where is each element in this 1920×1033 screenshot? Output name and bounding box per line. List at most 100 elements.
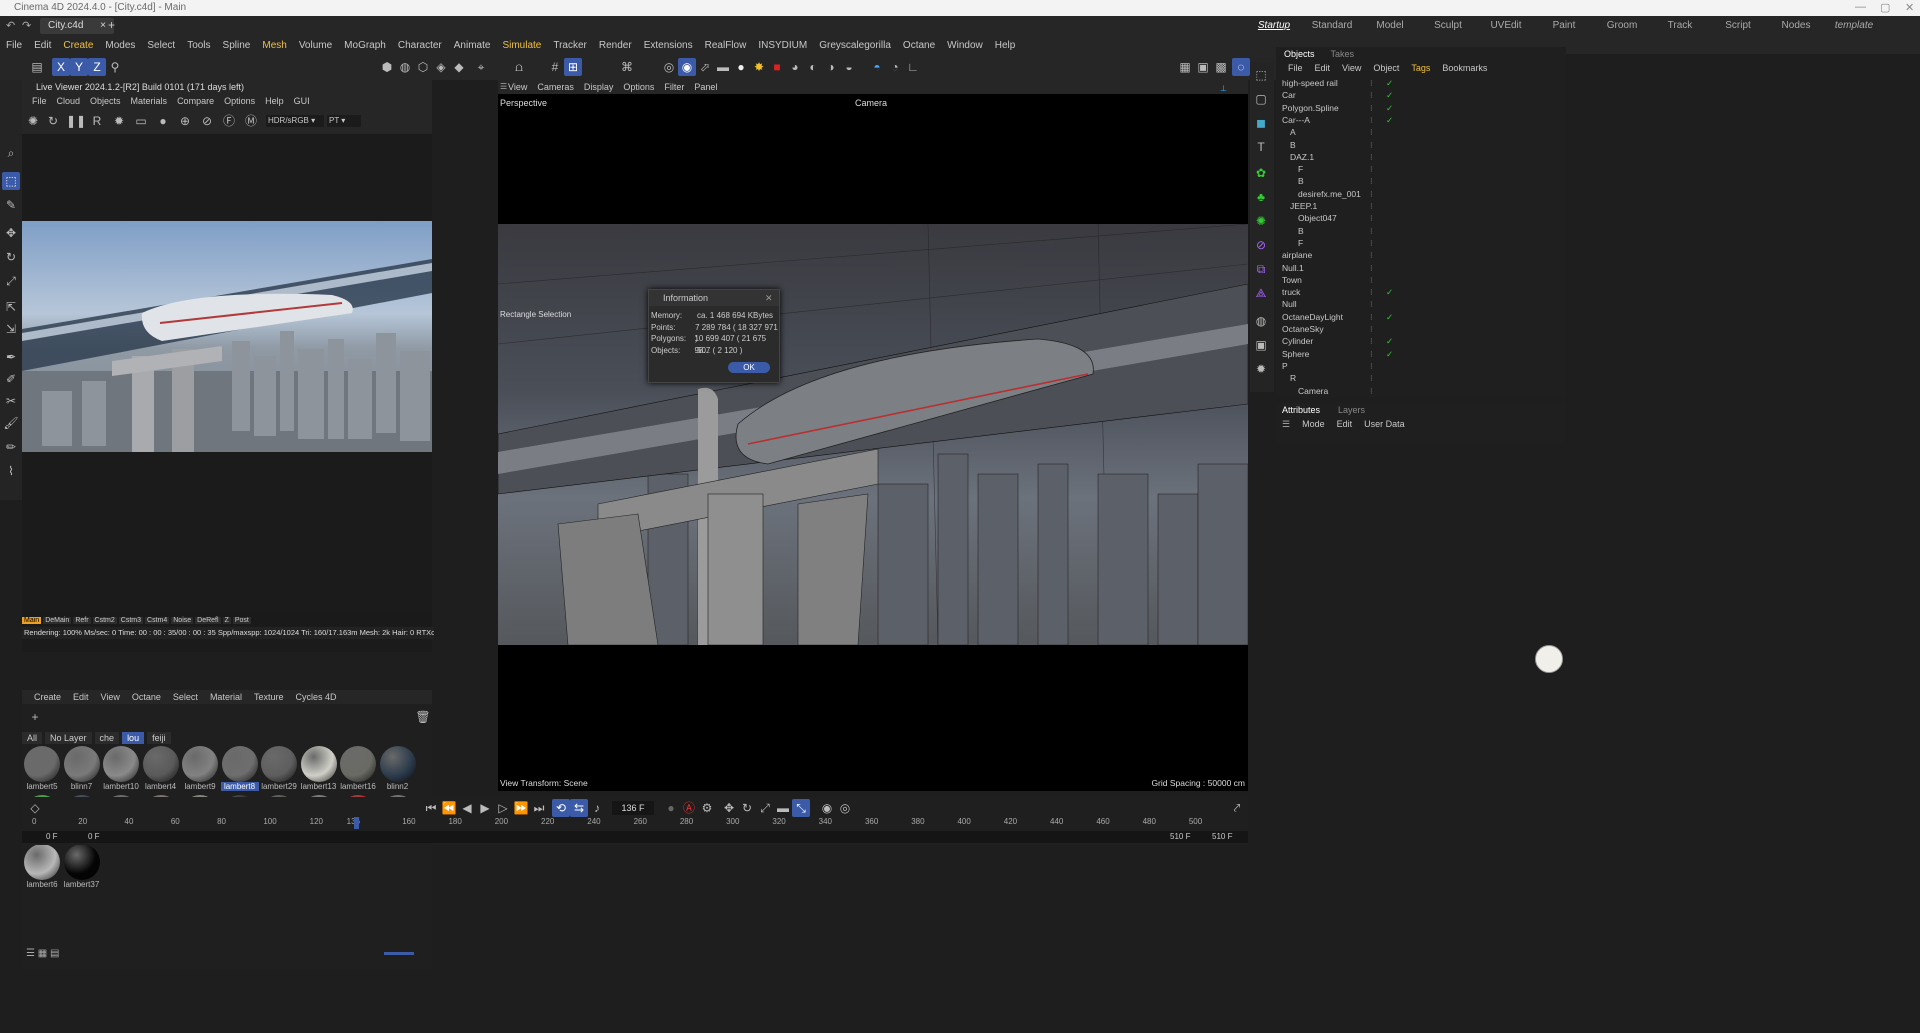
layout-icon[interactable]: ▤	[28, 58, 46, 76]
material-swatch[interactable]: lambert5	[23, 746, 61, 791]
floor-icon[interactable]: ▬	[714, 58, 732, 76]
vp-menu-cameras[interactable]: Cameras	[537, 82, 574, 92]
object-row[interactable]: F ⁝	[1276, 237, 1566, 249]
lv-restart-icon[interactable]: ↻	[44, 112, 62, 130]
loop-icon[interactable]: ⟲	[552, 799, 570, 817]
key-pla-icon[interactable]: ⤡	[792, 799, 810, 817]
deformer-icon[interactable]: ✺	[1252, 212, 1270, 230]
enabled-check-icon[interactable]: ✓	[1386, 311, 1393, 323]
key-param-icon[interactable]: ▬	[774, 799, 792, 817]
prev-frame-icon[interactable]: ◀	[458, 799, 476, 817]
layout-groom[interactable]: Groom	[1593, 20, 1651, 31]
null-object-icon[interactable]: ⬚	[1252, 66, 1270, 84]
material-swatch[interactable]: lambert13	[300, 746, 338, 791]
vp-menu-display[interactable]: Display	[584, 82, 614, 92]
text-icon[interactable]: T	[1252, 138, 1270, 156]
close-icon[interactable]: ✕	[1905, 1, 1914, 14]
playhead[interactable]	[354, 817, 359, 829]
viewport-hamburger-icon[interactable]: ☰	[500, 82, 507, 91]
attributes-menu-icon[interactable]: ☰	[1276, 417, 1296, 431]
lv-menu-compare[interactable]: Compare	[177, 96, 214, 106]
light-icon[interactable]: ●	[732, 58, 750, 76]
material-swatch[interactable]: blinn7	[63, 746, 101, 791]
array-icon[interactable]: ⬀	[696, 58, 714, 76]
lv-menu-options[interactable]: Options	[224, 96, 255, 106]
object-row[interactable]: P ⁝	[1276, 360, 1566, 372]
filter-no-layer[interactable]: No Layer	[45, 732, 92, 744]
render-view-icon[interactable]: ▦	[1176, 58, 1194, 76]
visibility-dots-icon[interactable]: ⁝	[1370, 298, 1373, 310]
current-frame-field[interactable]: 136 F	[612, 801, 654, 815]
visibility-dots-icon[interactable]: ⁝	[1370, 237, 1373, 249]
om-menu-view[interactable]: View	[1342, 63, 1361, 73]
filter-feiji[interactable]: feiji	[147, 732, 171, 744]
vp-menu-view[interactable]: View	[508, 82, 527, 92]
material-swatch[interactable]: lambert16	[339, 746, 377, 791]
object-row[interactable]: Null ⁝	[1276, 298, 1566, 310]
layout-startup[interactable]: Startup	[1245, 20, 1303, 31]
octane-texture-icon[interactable]: ◓	[868, 58, 886, 76]
pass-tab-refr[interactable]: Refr	[73, 617, 91, 624]
menu-mograph[interactable]: MoGraph	[344, 40, 386, 51]
octane-sphere-icon[interactable]: ◐	[804, 58, 822, 76]
visibility-dots-icon[interactable]: ⁝	[1370, 126, 1373, 138]
menu-volume[interactable]: Volume	[299, 40, 332, 51]
list-view-icon[interactable]: ☰ ▦ ▤	[26, 948, 59, 959]
points-mode-icon[interactable]: ⬡	[414, 58, 432, 76]
lv-menu-materials[interactable]: Materials	[131, 96, 168, 106]
minimize-icon[interactable]: —	[1855, 1, 1866, 13]
motion-icon[interactable]: ◉	[818, 799, 836, 817]
visibility-dots-icon[interactable]: ⁝	[1370, 286, 1373, 298]
object-row[interactable]: Car ⁝ ✓	[1276, 89, 1566, 101]
scheme-icon[interactable]: ◎	[836, 799, 854, 817]
lv-lock-icon[interactable]: ▭	[132, 112, 150, 130]
octane-env-icon[interactable]: ◑	[822, 58, 840, 76]
scene-start-frame[interactable]: 0 F	[46, 832, 58, 841]
menu-select[interactable]: Select	[147, 40, 175, 51]
texture-mode-icon[interactable]: ◍	[396, 58, 414, 76]
timeline-graph-icon[interactable]: ⤤	[1228, 799, 1246, 817]
object-row[interactable]: high-speed rail ⁝ ✓	[1276, 77, 1566, 89]
vp-menu-filter[interactable]: Filter	[664, 82, 684, 92]
scene-end-frame[interactable]: 510 F	[1212, 832, 1232, 841]
visibility-dots-icon[interactable]: ⁝	[1370, 348, 1373, 360]
spline-icon[interactable]: ▢	[1252, 90, 1270, 108]
lv-menu-help[interactable]: Help	[265, 96, 284, 106]
object-row[interactable]: Object047 ⁝	[1276, 212, 1566, 224]
menu-file[interactable]: File	[6, 40, 22, 51]
pass-tab-post[interactable]: Post	[232, 617, 251, 624]
maximize-icon[interactable]: ▢	[1880, 1, 1890, 14]
pass-tab-main[interactable]: Main	[22, 617, 42, 624]
y-axis-icon[interactable]: Y	[70, 58, 88, 76]
polygons-mode-icon[interactable]: ◆	[450, 58, 468, 76]
delete-material-icon[interactable]: 🗑	[414, 708, 432, 726]
viewport-scene[interactable]	[498, 224, 1248, 645]
filter-all[interactable]: All	[22, 732, 43, 744]
spline-pen-icon[interactable]: ✒	[2, 348, 20, 366]
visibility-dots-icon[interactable]: ⁝	[1370, 249, 1373, 261]
filter-che[interactable]: che	[94, 732, 120, 744]
layout-sculpt[interactable]: Sculpt	[1419, 20, 1477, 31]
material-swatch[interactable]: lambert29	[260, 746, 298, 791]
visibility-dots-icon[interactable]: ⁝	[1370, 163, 1373, 175]
om-menu-object[interactable]: Object	[1373, 63, 1399, 73]
menu-spline[interactable]: Spline	[223, 40, 251, 51]
cube-primitive-icon[interactable]: ⌘	[618, 58, 636, 76]
material-swatch[interactable]: blinn2	[379, 746, 417, 791]
z-axis-icon[interactable]: Z	[88, 58, 106, 76]
visibility-dots-icon[interactable]: ⁝	[1370, 212, 1373, 224]
lv-kernel-select[interactable]: PT ▾	[327, 115, 361, 127]
object-row[interactable]: truck ⁝ ✓	[1276, 286, 1566, 298]
document-tab[interactable]: City.c4d ×	[40, 18, 115, 34]
volume-icon[interactable]: ⧉	[1252, 260, 1270, 278]
ok-button[interactable]: OK	[728, 362, 770, 373]
effector-icon[interactable]: ⟁	[1252, 284, 1270, 302]
lv-pick-icon[interactable]: ⊘	[198, 112, 216, 130]
menu-create[interactable]: Create	[63, 40, 93, 51]
go-to-end-icon[interactable]: ⏭	[530, 799, 548, 817]
magnet-icon[interactable]: ⩍	[510, 58, 528, 76]
environment-icon[interactable]: ◍	[1252, 312, 1270, 330]
lv-focus-icon[interactable]: Ⓕ	[220, 112, 238, 130]
render-icon[interactable]: ▣	[1194, 58, 1212, 76]
render-region-icon[interactable]: ■	[768, 58, 786, 76]
